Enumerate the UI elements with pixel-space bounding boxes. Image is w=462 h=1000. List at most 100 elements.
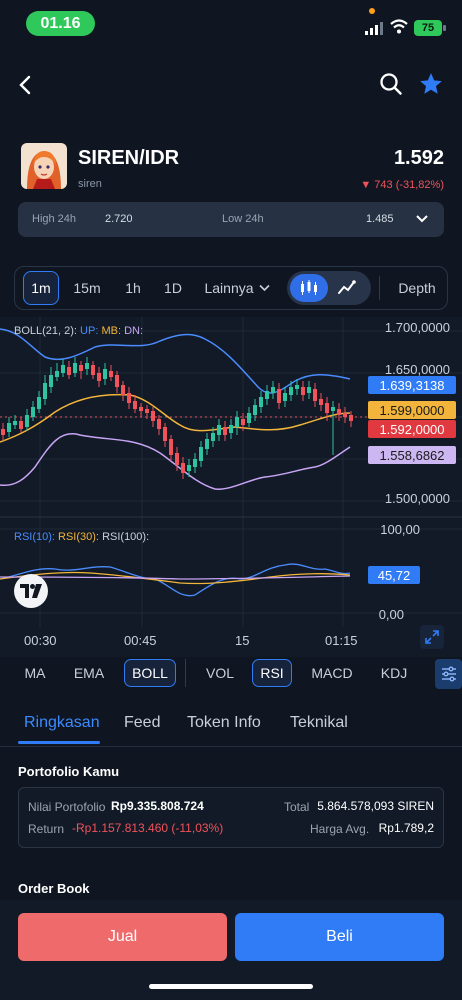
tabs-divider bbox=[0, 746, 462, 747]
boll-dn-tag: 1.558,6862 bbox=[368, 446, 456, 464]
indicator-ma[interactable]: MA bbox=[14, 657, 56, 689]
portfolio-total: 5.864.578,093 SIREN bbox=[317, 799, 434, 813]
low-label: Low 24h bbox=[222, 213, 264, 225]
candle-bull bbox=[103, 369, 107, 379]
candle-bull bbox=[253, 405, 257, 415]
candle-bear bbox=[109, 371, 113, 377]
candle-bull bbox=[85, 363, 89, 369]
candle-bull bbox=[211, 433, 215, 441]
candle-bear bbox=[181, 463, 185, 473]
tf-divider bbox=[379, 276, 380, 300]
indicator-divider bbox=[185, 659, 186, 687]
buy-button[interactable]: Beli bbox=[235, 913, 444, 961]
indicator-ema[interactable]: EMA bbox=[66, 657, 112, 689]
favorite-button[interactable] bbox=[417, 70, 445, 98]
y-tick-label: 1.500,0000 bbox=[384, 491, 450, 506]
indicator-macd[interactable]: MACD bbox=[304, 657, 360, 689]
indicator-tabs: MA EMA BOLL VOL RSI MACD KDJ bbox=[0, 657, 462, 691]
tf-1d[interactable]: 1D bbox=[157, 267, 189, 309]
tradingview-logo[interactable] bbox=[14, 574, 48, 608]
portfolio-return: -Rp1.157.813.460 (-11,03%) bbox=[72, 821, 224, 835]
fullscreen-button[interactable] bbox=[420, 625, 444, 649]
candle-bear bbox=[301, 387, 305, 395]
indicator-vol[interactable]: VOL bbox=[198, 657, 242, 689]
candle-bear bbox=[223, 427, 227, 435]
battery-tip bbox=[443, 25, 446, 31]
timeframe-bar: 1m 15m 1h 1D Lainnya Depth bbox=[14, 266, 448, 310]
back-button[interactable] bbox=[12, 72, 38, 98]
sliders-icon bbox=[441, 666, 456, 682]
candle-bear bbox=[319, 399, 323, 405]
candle-bull bbox=[307, 387, 311, 393]
candle-bull bbox=[265, 391, 269, 399]
candle-bull bbox=[61, 365, 65, 373]
candle-bear bbox=[97, 373, 101, 381]
boll-legend-dn: DN: bbox=[124, 325, 144, 337]
candle-bear bbox=[145, 409, 149, 413]
high-value: 2.720 bbox=[105, 213, 133, 225]
candle-bear bbox=[175, 453, 179, 465]
candle-bull bbox=[31, 407, 35, 417]
range-24h-bar[interactable]: High 24h 2.720 Low 24h 1.485 bbox=[18, 202, 444, 237]
boll-mb-tag: 1.599,0000 bbox=[368, 401, 456, 419]
tradingview-icon bbox=[20, 584, 42, 598]
rsi-value-tag: 45,72 bbox=[368, 566, 420, 584]
line-chart-button[interactable] bbox=[337, 278, 359, 298]
sell-button[interactable]: Jual bbox=[18, 913, 227, 961]
chevron-down-icon bbox=[416, 215, 428, 223]
price-chart[interactable]: BOLL(21, 2): UP: MB: DN: RSI(10): RSI(30… bbox=[0, 317, 462, 657]
boll-legend: BOLL(21, 2): UP: MB: DN: bbox=[14, 325, 143, 337]
candle-bull bbox=[73, 363, 77, 373]
privacy-indicator bbox=[369, 8, 375, 14]
candle-bear bbox=[337, 409, 341, 415]
chevron-down-icon bbox=[258, 284, 270, 292]
portfolio-title: Portofolio Kamu bbox=[18, 764, 120, 779]
tf-more-label: Lainnya bbox=[204, 280, 254, 296]
tab-token-info[interactable]: Token Info bbox=[187, 714, 261, 732]
tf-1m[interactable]: 1m bbox=[23, 271, 59, 305]
candle-bear bbox=[67, 367, 71, 375]
chart-type-toggle[interactable] bbox=[287, 271, 371, 305]
rsi-legend-30: RSI(30): bbox=[58, 531, 99, 543]
candlestick-icon bbox=[301, 280, 317, 295]
candle-bear bbox=[325, 403, 329, 413]
candle-bull bbox=[193, 459, 197, 467]
candle-bear bbox=[157, 419, 161, 429]
candle-chart-button[interactable] bbox=[290, 274, 328, 302]
candle-bear bbox=[133, 401, 137, 409]
indicator-rsi[interactable]: RSI bbox=[252, 659, 292, 687]
tab-feed[interactable]: Feed bbox=[124, 714, 160, 732]
tab-teknikal[interactable]: Teknikal bbox=[290, 714, 348, 732]
wifi-icon bbox=[390, 19, 408, 34]
tab-ringkasan[interactable]: Ringkasan bbox=[24, 714, 100, 732]
tf-1h[interactable]: 1h bbox=[117, 267, 149, 309]
candle-bear bbox=[151, 411, 155, 421]
candle-bull bbox=[217, 425, 221, 435]
portfolio-value: Rp9.335.808.724 bbox=[111, 799, 204, 813]
indicator-kdj[interactable]: KDJ bbox=[372, 657, 416, 689]
tf-more-dropdown[interactable]: Lainnya bbox=[201, 267, 273, 309]
portfolio-avg-label: Harga Avg. bbox=[310, 822, 370, 836]
candle-bull bbox=[187, 465, 191, 471]
y-tick-label: 1.700,0000 bbox=[384, 320, 450, 335]
down-triangle-icon: ▼ bbox=[360, 179, 375, 191]
coin-name: siren bbox=[78, 178, 102, 190]
rsi-legend: RSI(10): RSI(30): RSI(100): bbox=[14, 531, 149, 543]
candle-bull bbox=[25, 415, 29, 427]
candle-bear bbox=[121, 385, 125, 395]
coin-avatar bbox=[21, 143, 67, 189]
portfolio-total-label: Total bbox=[284, 800, 310, 814]
tf-15m[interactable]: 15m bbox=[69, 267, 105, 309]
low-value: 1.485 bbox=[366, 213, 394, 225]
indicator-boll[interactable]: BOLL bbox=[124, 659, 176, 687]
candle-bear bbox=[163, 427, 167, 441]
indicator-settings-button[interactable] bbox=[435, 659, 462, 689]
high-label: High 24h bbox=[32, 213, 77, 225]
status-time: 01.16 bbox=[26, 11, 95, 36]
candle-bull bbox=[235, 417, 239, 427]
candle-bear bbox=[115, 375, 119, 387]
search-icon bbox=[380, 73, 402, 95]
depth-button[interactable]: Depth bbox=[391, 267, 443, 309]
search-button[interactable] bbox=[378, 71, 404, 97]
x-tick-label: 01:15 bbox=[325, 633, 358, 648]
